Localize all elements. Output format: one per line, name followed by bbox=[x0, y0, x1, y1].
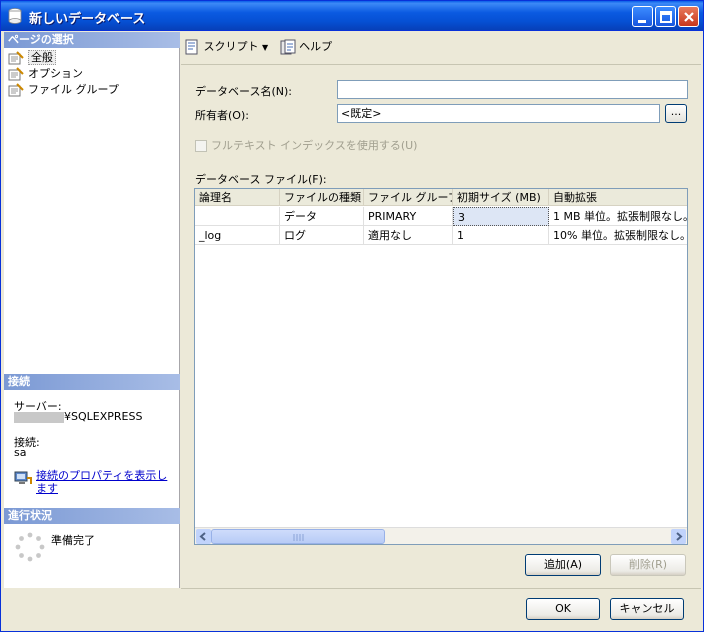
col-header-initial-size[interactable]: 初期サイズ (MB) bbox=[453, 189, 549, 206]
table-row[interactable]: _log ログ 適用なし 1 10% 単位。拡張制限なし。 bbox=[195, 226, 687, 245]
db-files-label: データベース ファイル(F): bbox=[195, 173, 327, 186]
col-header-filegroup[interactable]: ファイル グループ bbox=[364, 189, 453, 206]
fulltext-checkbox[interactable] bbox=[195, 140, 207, 152]
ok-button[interactable]: OK bbox=[526, 598, 600, 620]
db-name-label: データベース名(N): bbox=[195, 85, 292, 98]
cell-filegroup[interactable]: PRIMARY bbox=[364, 207, 453, 226]
help-label: ヘルプ bbox=[299, 40, 333, 53]
help-button[interactable]: ヘルプ bbox=[280, 37, 333, 57]
cell-filegroup[interactable]: 適用なし bbox=[364, 226, 453, 245]
redacted-server-name bbox=[14, 411, 64, 423]
cell-logical-name[interactable] bbox=[195, 207, 280, 226]
window-title: 新しいデータベース bbox=[29, 12, 146, 27]
script-button[interactable]: スクリプト ▼ bbox=[184, 37, 268, 57]
page-icon bbox=[8, 51, 24, 65]
page-icon bbox=[8, 67, 24, 81]
page-item-label: ファイル グループ bbox=[28, 83, 119, 96]
grid-header: 論理名 ファイルの種類 ファイル グループ 初期サイズ (MB) 自動拡張 bbox=[195, 189, 687, 206]
script-label: スクリプト bbox=[203, 40, 259, 53]
connection-header: 接続 bbox=[4, 374, 180, 390]
progress-status: 準備完了 bbox=[51, 534, 95, 547]
cell-file-type[interactable]: ログ bbox=[280, 226, 364, 245]
fulltext-checkbox-row[interactable]: フルテキスト インデックスを使用する(U) bbox=[195, 137, 417, 153]
col-header-logical-name[interactable]: 論理名 bbox=[195, 189, 280, 206]
minimize-button[interactable] bbox=[632, 6, 653, 27]
cell-logical-name[interactable]: _log bbox=[195, 226, 280, 245]
page-item-options[interactable]: オプション bbox=[8, 66, 83, 82]
page-icon bbox=[8, 83, 24, 97]
maximize-button[interactable] bbox=[655, 6, 676, 27]
dropdown-arrow-icon: ▼ bbox=[262, 43, 269, 52]
page-item-label: 全般 bbox=[28, 50, 56, 65]
browse-owner-button[interactable]: ... bbox=[665, 104, 687, 123]
owner-label: 所有者(O): bbox=[195, 109, 249, 122]
fulltext-label: フルテキスト インデックスを使用する(U) bbox=[211, 139, 418, 152]
owner-input[interactable]: <既定> bbox=[337, 104, 660, 123]
left-pane: ページの選択 全般 オプション ファイル グループ 接続 サーバー: ¥SQLE… bbox=[4, 32, 180, 588]
spinner-icon bbox=[15, 532, 45, 562]
server-value: ¥SQLEXPRESS bbox=[14, 410, 142, 423]
col-header-autogrowth[interactable]: 自動拡張 bbox=[549, 189, 687, 206]
toolbar: スクリプト ▼ ヘルプ bbox=[184, 37, 340, 59]
connection-value: sa bbox=[14, 446, 27, 459]
scroll-left-button[interactable] bbox=[196, 529, 211, 544]
db-files-grid[interactable]: 論理名 ファイルの種類 ファイル グループ 初期サイズ (MB) 自動拡張 デー… bbox=[194, 188, 688, 545]
cell-initial-size[interactable]: 1 bbox=[453, 226, 549, 245]
connection-properties-icon bbox=[14, 471, 32, 484]
cell-initial-size[interactable]: 3 bbox=[453, 207, 549, 226]
grip-icon bbox=[293, 534, 304, 541]
remove-button[interactable]: 削除(R) bbox=[610, 554, 686, 576]
footer-separator bbox=[181, 588, 701, 589]
server-instance: ¥SQLEXPRESS bbox=[64, 410, 143, 423]
database-icon bbox=[8, 8, 22, 24]
title-bar: 新しいデータベース bbox=[1, 1, 703, 31]
arrow-left-icon bbox=[199, 532, 206, 541]
cell-file-type[interactable]: データ bbox=[280, 207, 364, 226]
col-header-file-type[interactable]: ファイルの種類 bbox=[280, 189, 364, 206]
arrow-right-icon bbox=[676, 532, 683, 541]
page-item-filegroups[interactable]: ファイル グループ bbox=[8, 82, 119, 98]
scrollbar-thumb[interactable] bbox=[211, 529, 385, 544]
select-page-header: ページの選択 bbox=[4, 32, 180, 48]
toolbar-separator bbox=[181, 64, 701, 65]
cell-autogrowth[interactable]: 10% 単位。拡張制限なし。 bbox=[549, 226, 687, 245]
horizontal-scrollbar[interactable] bbox=[195, 527, 687, 544]
page-item-label: オプション bbox=[28, 67, 83, 80]
cancel-button[interactable]: キャンセル bbox=[610, 598, 684, 620]
script-icon bbox=[185, 39, 198, 55]
progress-header: 進行状況 bbox=[4, 508, 180, 524]
page-item-general[interactable]: 全般 bbox=[8, 50, 56, 66]
close-button[interactable] bbox=[678, 6, 699, 27]
add-button[interactable]: 追加(A) bbox=[525, 554, 601, 576]
table-row[interactable]: データ PRIMARY 3 1 MB 単位。拡張制限なし。 bbox=[195, 207, 687, 226]
cell-autogrowth[interactable]: 1 MB 単位。拡張制限なし。 bbox=[549, 207, 687, 226]
view-connection-properties-link[interactable]: 接続のプロパティを表示します bbox=[36, 469, 170, 495]
scroll-right-button[interactable] bbox=[671, 529, 686, 544]
db-name-input[interactable] bbox=[337, 80, 688, 99]
help-icon bbox=[280, 39, 296, 55]
new-database-dialog: 新しいデータベース ページの選択 全般 オプション ファイル グループ 接続 サ… bbox=[0, 0, 704, 632]
